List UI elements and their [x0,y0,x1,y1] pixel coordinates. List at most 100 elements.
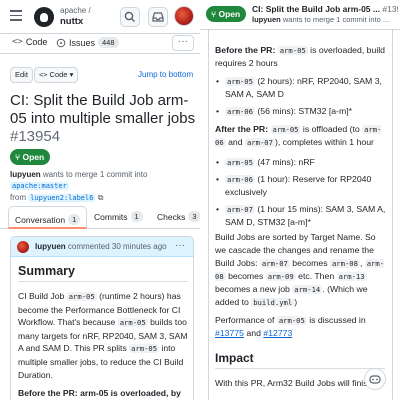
status-badge-label: Open [218,9,241,19]
tab-issues-label: Issues [69,37,96,48]
user-avatar[interactable] [174,6,194,26]
inline-code: arm-07 [259,259,290,268]
inbox-icon [152,12,164,22]
copy-icon[interactable]: ⧉ [98,193,104,202]
inline-code: arm-05 [117,318,148,328]
pull-request-icon: ⑂ [15,152,21,162]
issue-link-12773[interactable]: #12773 [263,328,292,338]
edit-button[interactable]: Edit [10,67,33,83]
sticky-author[interactable]: lupyuen [252,15,281,24]
repo-nav: <> Code Issues 448 ··· [0,34,200,54]
comment-meta: lupyuen commented 30 minutes ago [35,242,167,251]
inline-code: arm-08 [329,259,360,268]
impact-heading: Impact [215,351,385,369]
menu-icon[interactable] [6,7,26,27]
after-text: is offloaded (to [300,124,363,134]
status-badge: ⑂ Open [10,149,51,165]
paragraph-text: becomes [289,258,330,268]
sticky-subtitle: lupyuen wants to merge 1 commit into ... [252,15,398,24]
tab-conversation-label: Conversation [15,214,66,225]
sticky-title: CI: Split the Build Job arm-05 ... #1395… [252,4,398,14]
tab-code-label: Code [25,37,48,47]
comment-author[interactable]: lupyuen [35,242,66,251]
pr-title-text: CI: Split the Build Job arm-05 into mult… [10,92,196,127]
performance-paragraph: Performance of arm-05 is discussed in #1… [215,314,389,340]
inline-code: build.yml [251,298,295,307]
pull-request-icon: ⑂ [211,9,217,19]
pr-author[interactable]: lupyuen [10,170,41,179]
comment-more-button[interactable]: ··· [175,240,185,251]
list-item: arm-07 (1 hour 15 mins): SAM 3, SAM A, S… [215,203,389,229]
list-item: arm-05 (47 mins): nRF [215,156,389,169]
left-pane: apache / nuttx <> Code Issues 448 ··· Ed… [0,0,200,400]
from-word: from [10,193,26,202]
summary-paragraph: CI Build Job arm-05 (runtime 2 hours) ha… [18,290,190,400]
list-item: arm-06 (56 mins): STM32 [a-m]* [215,105,389,118]
inline-code: arm-06 [225,175,255,184]
repo-owner[interactable]: apache / [60,6,91,15]
head-branch[interactable]: lupyuen2:label6 [28,194,96,202]
comment-card: lupyuen commented 30 minutes ago ··· Sum… [10,236,194,400]
tab-code[interactable]: <> Code [12,37,47,47]
list-item: arm-06 (1 hour): Reserve for RP2040 excl… [215,173,389,199]
search-button[interactable] [120,7,140,27]
after-text: and [225,137,245,147]
issue-link-13775[interactable]: #13775 [215,328,244,338]
after-pr-paragraph: After the PR: arm-05 is offloaded (to ar… [215,123,389,149]
paragraph-text: becomes [225,271,266,281]
list-item: arm-05 (2 hours): nRF, RP2040, SAM 3, SA… [215,75,389,101]
status-badge: ⑂ Open [206,6,247,22]
issue-icon [56,38,66,47]
more-button[interactable]: ··· [172,35,194,51]
sticky-pr-number: #13954 [382,4,398,14]
copilot-icon [369,375,381,384]
merge-info: lupyuen wants to merge 1 commit into apa… [10,169,200,204]
jump-to-bottom-link[interactable]: Jump to bottom [138,70,193,79]
code-button-label: Code [49,70,68,79]
right-pane: ⑂ Open CI: Split the Build Job arm-05 ..… [200,0,400,400]
code-icon: <> [12,37,23,47]
inline-code: arm-05 [66,292,97,301]
before-pr-paragraph: Before the PR: arm-05 is overloaded, bui… [215,44,389,70]
pr-number: #13954 [10,128,61,145]
pr-tabs: Conversation 1 Commits 1 Checks 3 [0,205,200,229]
github-logo-icon[interactable] [34,7,54,27]
tab-checks[interactable]: Checks 3 [157,211,200,222]
copilot-button[interactable] [364,368,386,390]
before-label: Before the PR: [215,45,276,55]
tab-issues[interactable]: Issues 448 [56,37,119,48]
base-branch[interactable]: apache:master [10,182,69,190]
tab-checks-count: 3 [188,211,200,222]
status-badge-label: Open [22,152,45,162]
tab-commits[interactable]: Commits 1 [94,211,143,222]
sticky-header: ⑂ Open CI: Split the Build Job arm-05 ..… [200,0,400,30]
before-list: arm-05 (2 hours): nRF, RP2040, SAM 3, SA… [215,75,389,122]
inbox-button[interactable] [148,7,168,27]
paragraph-text: and [244,328,264,338]
tab-conversation-count: 1 [68,214,81,225]
list-item-text: (47 mins): nRF [254,157,315,167]
code-button[interactable]: <> Code ▾ [34,67,79,83]
comment-time[interactable]: commented 30 minutes ago [68,242,167,251]
sorted-paragraph: Build Jobs are sorted by Target Name. So… [215,231,389,309]
summary-text: CI Build Job [18,291,67,301]
cut-off-text: Before the PR: arm-05 is overloaded, by [18,388,181,399]
search-icon [124,11,135,22]
merge-phrase: wants to merge 1 commit into [42,170,148,179]
paragraph-text: ) [294,297,298,307]
inline-code: arm-09 [265,272,296,281]
inline-code: arm-05 [276,316,307,325]
tab-conversation[interactable]: Conversation 1 [8,206,88,229]
paragraph-text: Performance of [215,315,277,325]
tab-commits-count: 1 [130,211,143,222]
issues-count: 448 [98,37,119,48]
page-title: CI: Split the Build Job arm-05 into mult… [10,92,196,146]
avatar[interactable] [17,241,29,253]
inline-code: arm-05 [270,125,301,134]
sticky-title-text: CI: Split the Build Job arm-05 ... [252,4,380,14]
code-icon: <> [39,71,48,79]
after-list: arm-05 (47 mins): nRF arm-06 (1 hour): R… [215,156,389,233]
inline-code: arm-05 [129,344,160,354]
repo-name[interactable]: nuttx [60,16,83,27]
comment-right-border [392,30,393,400]
